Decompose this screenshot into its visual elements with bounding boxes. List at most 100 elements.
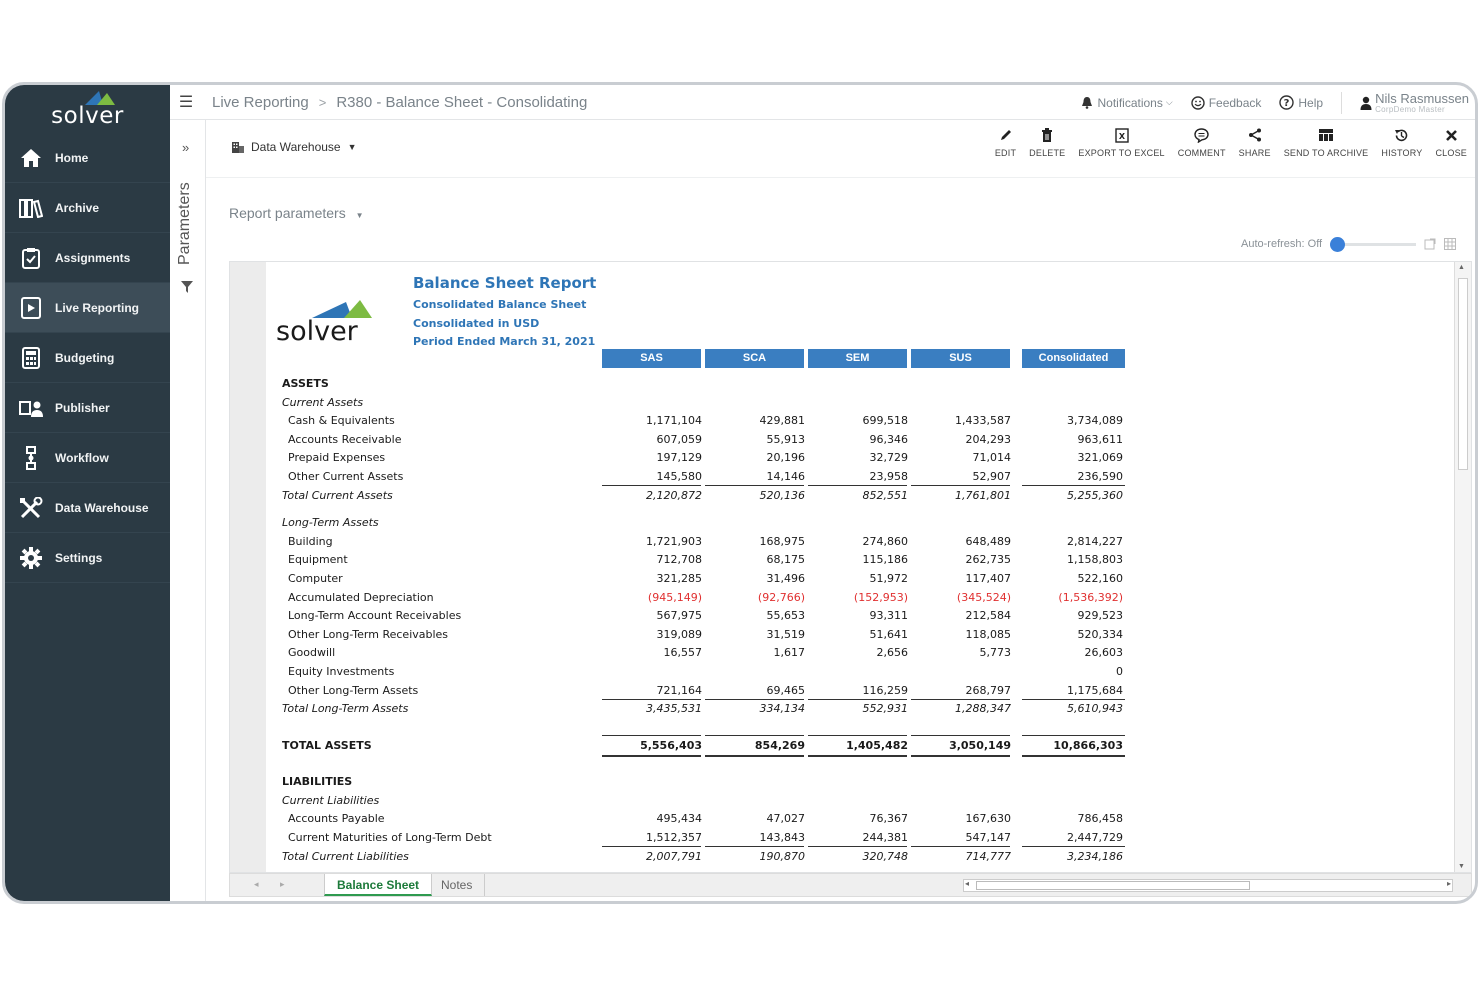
cell-value[interactable]: 190,870 (760, 850, 806, 863)
horizontal-scrollbar[interactable]: ◂ ▸ (963, 879, 1453, 892)
user-menu[interactable]: Nils Rasmussen CorpDemo Master (1341, 91, 1469, 114)
cell-value[interactable]: 1,171,104 (646, 414, 702, 427)
cell-value[interactable]: 2,447,729 (1067, 831, 1123, 844)
table-row[interactable]: TOTAL ASSETS 5,556,403 854,269 1,405,482 3,0… (266, 734, 1146, 757)
table-row[interactable]: Accumulated Depreciation (945,149) (92,766… (266, 588, 1146, 607)
cell-value[interactable]: (345,524) (957, 591, 1011, 604)
cell-value[interactable]: 5,773 (980, 646, 1012, 659)
horizontal-scroll-thumb[interactable] (976, 881, 1250, 890)
cell-value[interactable]: 1,405,482 (846, 739, 908, 752)
table-row[interactable]: ASSETS (266, 374, 1146, 393)
cell-value[interactable]: 51,641 (870, 628, 909, 641)
filter-icon[interactable] (180, 280, 194, 294)
cell-value[interactable]: 244,381 (863, 831, 909, 844)
scroll-up-icon[interactable]: ▲ (1458, 264, 1465, 271)
cell-value[interactable]: 55,653 (767, 609, 806, 622)
cell-value[interactable]: 522,160 (1078, 572, 1124, 585)
cell-value[interactable]: 71,014 (973, 451, 1012, 464)
auto-refresh-control[interactable]: Auto-refresh: Off (1241, 236, 1457, 252)
cell-value[interactable]: 14,146 (767, 470, 806, 483)
cell-value[interactable]: 26,603 (1085, 646, 1124, 659)
cell-value[interactable]: 31,496 (767, 572, 806, 585)
table-row[interactable]: Other Long-Term Receivables 319,089 31,519… (266, 625, 1146, 644)
cell-value[interactable]: 3,734,089 (1067, 414, 1123, 427)
sidebar-item-home[interactable]: Home (5, 133, 170, 183)
tab-prev-icon[interactable]: ◂ (254, 879, 259, 890)
table-row[interactable]: Equipment 712,708 68,175 115,186 262,735 1,15… (266, 550, 1146, 569)
grid-view-icon[interactable] (1444, 238, 1457, 250)
cell-value[interactable]: 2,007,791 (646, 850, 702, 863)
sidebar-item-live-reporting[interactable]: Live Reporting (5, 283, 170, 333)
cell-value[interactable]: 321,069 (1078, 451, 1124, 464)
cell-value[interactable]: 31,519 (767, 628, 806, 641)
auto-refresh-slider[interactable] (1330, 236, 1417, 252)
cell-value[interactable]: 712,708 (657, 553, 703, 566)
cell-value[interactable]: 520,136 (760, 489, 806, 502)
feedback-button[interactable]: Feedback (1190, 96, 1261, 110)
scroll-left-icon[interactable]: ◂ (965, 879, 969, 888)
cell-value[interactable]: 721,164 (657, 684, 703, 697)
table-row[interactable]: LIABILITIES (266, 772, 1146, 791)
scroll-down-icon[interactable]: ▼ (1458, 863, 1465, 870)
table-row[interactable]: Building 1,721,903 168,975 274,860 648,489 2,… (266, 532, 1146, 551)
notifications-button[interactable]: Notifications ⌵ (1081, 96, 1173, 110)
cell-value[interactable]: 429,881 (760, 414, 806, 427)
cell-value[interactable]: 1,433,587 (955, 414, 1011, 427)
table-row[interactable]: Long-Term Assets (266, 513, 1146, 532)
table-row[interactable]: Prepaid Expenses 197,129 20,196 32,729 71,01… (266, 448, 1146, 467)
cell-value[interactable]: 2,814,227 (1067, 535, 1123, 548)
cell-value[interactable]: 1,288,347 (955, 702, 1011, 715)
cell-value[interactable]: 567,975 (657, 609, 703, 622)
hamburger-menu-icon[interactable]: ☰ (170, 92, 202, 112)
close-button[interactable]: CLOSE (1435, 128, 1467, 158)
cell-value[interactable]: 20,196 (767, 451, 806, 464)
cell-value[interactable]: 334,134 (760, 702, 806, 715)
cell-value[interactable]: 3,435,531 (646, 702, 702, 715)
cell-value[interactable]: 212,584 (966, 609, 1012, 622)
share-button[interactable]: SHARE (1239, 128, 1271, 158)
cell-value[interactable]: 852,551 (863, 489, 909, 502)
table-row[interactable]: Accounts Payable 495,434 47,027 76,367 167,6… (266, 809, 1146, 828)
table-row[interactable]: Goodwill 16,557 1,617 2,656 5,773 26,603 (266, 643, 1146, 662)
data-source-dropdown[interactable]: Data Warehouse ▼ (231, 140, 357, 154)
cell-value[interactable]: (92,766) (758, 591, 805, 604)
cell-value[interactable]: 0 (1116, 665, 1123, 678)
cell-value[interactable]: 32,729 (870, 451, 909, 464)
cell-value[interactable]: 93,311 (870, 609, 909, 622)
cell-value[interactable]: 268,797 (966, 684, 1012, 697)
breadcrumb-live-reporting[interactable]: Live Reporting (212, 94, 309, 111)
cell-value[interactable]: 1,761,801 (955, 489, 1011, 502)
send-to-archive-button[interactable]: SEND TO ARCHIVE (1284, 128, 1369, 158)
cell-value[interactable]: 2,656 (877, 646, 909, 659)
cell-value[interactable]: 319,089 (657, 628, 703, 641)
table-row[interactable]: Long-Term Account Receivables 567,975 55,6… (266, 606, 1146, 625)
cell-value[interactable]: 648,489 (966, 535, 1012, 548)
export-to-excel-button[interactable]: X EXPORT TO EXCEL (1078, 127, 1165, 158)
delete-button[interactable]: DELETE (1029, 128, 1065, 158)
table-row[interactable]: Other Current Assets 145,580 14,146 23,958 5… (266, 467, 1146, 486)
cell-value[interactable]: (152,953) (854, 591, 908, 604)
tab-next-icon[interactable]: ▸ (280, 879, 285, 890)
cell-value[interactable]: 3,234,186 (1067, 850, 1123, 863)
cell-value[interactable]: 929,523 (1078, 609, 1124, 622)
cell-value[interactable]: 262,735 (966, 553, 1012, 566)
cell-value[interactable]: 116,259 (863, 684, 909, 697)
parameters-panel-strip[interactable]: » Parameters (170, 120, 206, 901)
cell-value[interactable]: 76,367 (870, 812, 909, 825)
table-row[interactable]: Cash & Equivalents 1,171,104 429,881 699,51… (266, 411, 1146, 430)
cell-value[interactable]: 68,175 (767, 553, 806, 566)
sidebar-item-publisher[interactable]: Publisher (5, 383, 170, 433)
cell-value[interactable]: 495,434 (657, 812, 703, 825)
cell-value[interactable]: (945,149) (648, 591, 702, 604)
comment-button[interactable]: COMMENT (1178, 127, 1226, 158)
cell-value[interactable]: 167,630 (966, 812, 1012, 825)
cell-value[interactable]: 1,158,803 (1067, 553, 1123, 566)
edit-button[interactable]: EDIT (995, 128, 1016, 158)
sidebar-item-budgeting[interactable]: Budgeting (5, 333, 170, 383)
cell-value[interactable]: 1,512,357 (646, 831, 702, 844)
slider-knob[interactable] (1330, 236, 1346, 252)
cell-value[interactable]: 52,907 (973, 470, 1012, 483)
cell-value[interactable]: 854,269 (755, 739, 805, 752)
cell-value[interactable]: 1,721,903 (646, 535, 702, 548)
cell-value[interactable]: 963,611 (1078, 433, 1124, 446)
